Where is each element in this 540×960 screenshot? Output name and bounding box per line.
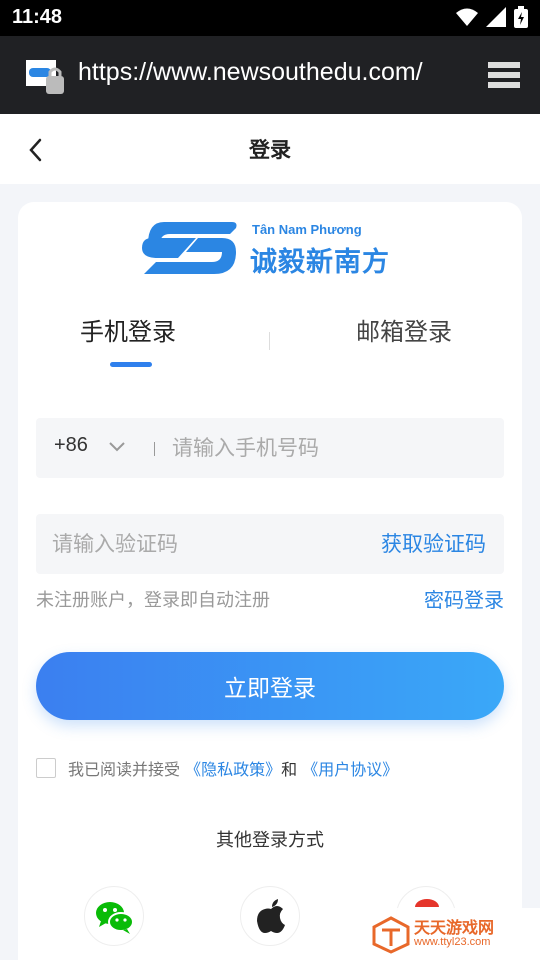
phone-input[interactable] (172, 432, 492, 464)
agreement-row: 我已阅读并接受 《隐私政策》和 《用户协议》 (36, 756, 504, 782)
login-card: Tân Nam Phương 诚毅新南方 手机登录 邮箱登录 +86 获取验证码… (18, 202, 522, 960)
login-tabs: 手机登录 邮箱登录 (18, 312, 522, 372)
auto-register-hint: 未注册账户，登录即自动注册 (36, 590, 270, 611)
status-icons (456, 6, 528, 28)
browser-menu-icon[interactable] (486, 60, 522, 92)
watermark-logo-icon (372, 916, 410, 954)
agreement-prefix: 我已阅读并接受 (68, 760, 181, 779)
signal-icon (486, 7, 506, 27)
site-favicon-icon (26, 60, 64, 94)
user-agreement-link[interactable]: 《用户协议》 (302, 760, 398, 779)
agreement-text: 我已阅读并接受 《隐私政策》和 《用户协议》 (68, 756, 398, 780)
brand-name-cn: 诚毅新南方 (250, 247, 390, 278)
privacy-policy-link[interactable]: 《隐私政策》 (185, 760, 281, 779)
wifi-icon (456, 8, 478, 26)
login-button[interactable]: 立即登录 (36, 652, 504, 720)
watermark-title: 天天游戏网 (414, 918, 495, 937)
url-text[interactable]: https://www.newsouthedu.com/ (78, 58, 456, 87)
apple-login-button[interactable] (240, 886, 300, 946)
tab-phone-login[interactable]: 手机登录 (80, 312, 176, 347)
verification-code-input[interactable] (52, 528, 352, 560)
other-login-title: 其他登录方式 (216, 830, 324, 851)
tab-divider (269, 332, 270, 350)
watermark: 天天游戏网 www.ttyl23.com (368, 908, 540, 960)
code-field: 获取验证码 (36, 514, 504, 574)
field-separator (154, 442, 155, 456)
tab-email-login[interactable]: 邮箱登录 (356, 312, 452, 347)
wechat-login-button[interactable] (84, 886, 144, 946)
page-title: 登录 (249, 138, 291, 162)
watermark-url: www.ttyl23.com (414, 936, 491, 948)
country-code-select[interactable]: +86 (54, 434, 88, 457)
battery-icon (514, 6, 528, 28)
phone-field: +86 (36, 418, 504, 478)
wechat-icon (96, 902, 134, 934)
hint-row: 未注册账户，登录即自动注册 密码登录 (36, 584, 504, 614)
password-login-link[interactable]: 密码登录 (424, 584, 504, 613)
chevron-down-icon[interactable] (108, 440, 126, 454)
brand-name-vi: Tân Nam Phương (252, 222, 362, 237)
get-code-button[interactable]: 获取验证码 (381, 528, 486, 558)
browser-url-bar: https://www.newsouthedu.com/ (0, 36, 540, 114)
brand-mark-icon (142, 222, 237, 274)
status-bar: 11:48 (0, 0, 540, 36)
agreement-and: 和 (281, 760, 298, 779)
active-tab-indicator (110, 362, 152, 367)
status-time: 11:48 (12, 6, 63, 28)
page-header: 登录 (0, 114, 540, 184)
apple-icon (257, 899, 285, 933)
agreement-checkbox[interactable] (36, 758, 56, 778)
brand-logo: Tân Nam Phương 诚毅新南方 (138, 218, 408, 278)
